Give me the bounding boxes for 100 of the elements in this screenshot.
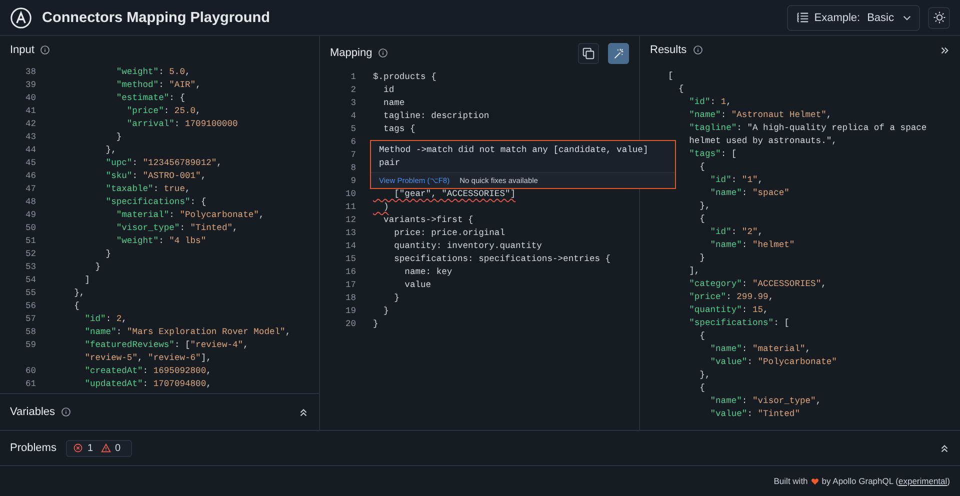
line-number: 43	[24, 131, 36, 144]
code-line: {	[73, 300, 80, 313]
line-number: 53	[24, 261, 36, 274]
code-line: }	[393, 292, 400, 305]
footer-text: Built with	[774, 476, 808, 486]
info-icon[interactable]	[61, 407, 72, 417]
line-number: 13	[344, 227, 356, 240]
line-number: 47	[24, 183, 36, 196]
expand-icon[interactable]	[939, 442, 950, 454]
format-button[interactable]	[608, 42, 629, 64]
line-number: 18	[344, 292, 356, 305]
code-line: {	[698, 161, 705, 174]
code-line: "value": "Polycarbonate"	[709, 356, 837, 369]
example-dropdown[interactable]: Example: Basic	[787, 4, 920, 30]
line-number: 51	[24, 235, 36, 248]
code-line: specifications: specifications->entries {	[393, 253, 611, 266]
code-line: "id": 1,	[688, 96, 732, 109]
code-line: "material": "Polycarbonate",	[115, 209, 264, 222]
line-number: 60	[24, 365, 36, 378]
experimental-link[interactable]: experimental	[898, 476, 948, 486]
line-number: 48	[24, 196, 36, 209]
magic-wand-icon	[612, 46, 625, 60]
line-number: 45	[24, 157, 36, 170]
code-line: tags {	[382, 123, 416, 136]
code-line: {	[698, 382, 705, 395]
code-line: "createdAt": 1695092800,	[84, 365, 212, 378]
collapse-icon[interactable]	[939, 44, 950, 56]
code-line: price: price.original	[393, 227, 505, 240]
code-line: "category": "ACCESSORIES",	[688, 278, 826, 291]
code-line: "name": "Astronaut Helmet",	[688, 109, 832, 122]
code-line: "featuredReviews": ["review-4",	[84, 339, 248, 352]
code-line: value	[404, 279, 432, 292]
code-line: "price": 25.0,	[126, 105, 201, 118]
line-number: 3	[350, 97, 356, 110]
line-number: 42	[24, 118, 36, 131]
code-line: "specifications": {	[104, 196, 206, 209]
code-line: "upc": "123456789012",	[104, 157, 222, 170]
line-number: 9	[350, 175, 356, 188]
code-line: "method": "AIR",	[115, 79, 201, 92]
logo-icon	[10, 6, 32, 28]
info-icon[interactable]	[692, 45, 703, 55]
problem-counts[interactable]: 1 0	[66, 440, 132, 456]
code-line: }	[698, 252, 705, 265]
code-line: "name": "material",	[709, 343, 811, 356]
panel-title: Mapping	[330, 47, 372, 59]
caret-icon	[903, 14, 911, 20]
line-number: 38	[24, 66, 36, 79]
line-number: 10	[344, 188, 356, 201]
warning-count: 0	[115, 442, 121, 454]
code-line: },	[73, 287, 85, 300]
sun-icon	[932, 11, 946, 24]
line-number: 11	[344, 201, 356, 214]
app-title: Connectors Mapping Playground	[42, 10, 270, 26]
code-line: "estimate": {	[115, 92, 185, 105]
code-line: variants->first {	[382, 214, 474, 227]
code-line: "weight": 5.0,	[115, 66, 190, 79]
warning-icon	[101, 443, 112, 453]
footer-text: by Apollo GraphQL (	[822, 476, 898, 486]
code-line: "value": "Tinted"	[709, 408, 800, 421]
info-icon[interactable]	[378, 48, 388, 58]
code-line: "quantity": 15,	[688, 304, 768, 317]
line-number: 50	[24, 222, 36, 235]
expand-icon[interactable]	[298, 406, 309, 418]
code-line: "name": "visor_type",	[709, 395, 822, 408]
code-line: tagline: description	[382, 110, 490, 123]
code-line: }	[94, 261, 101, 274]
code-line: }	[382, 305, 389, 318]
line-number: 56	[24, 300, 36, 313]
code-line: "name": "space"	[709, 187, 790, 200]
code-line: }	[115, 131, 122, 144]
line-number: 2	[350, 84, 356, 97]
line-number: 41	[24, 105, 36, 118]
code-line: "tagline": "A high-quality replica of a space	[688, 122, 927, 135]
info-icon[interactable]	[40, 45, 50, 55]
code-line: "id": 2,	[84, 313, 127, 326]
theme-toggle-button[interactable]	[928, 6, 950, 28]
copy-button[interactable]	[578, 42, 599, 64]
code-line: "review-5", "review-6"],	[84, 352, 212, 365]
copy-icon	[582, 46, 595, 60]
list-icon	[796, 11, 810, 24]
code-line: },	[104, 144, 116, 157]
code-line: name: key	[404, 266, 452, 279]
code-line: {	[698, 330, 705, 343]
line-number: 6	[350, 136, 356, 149]
line-number: 46	[24, 170, 36, 183]
line-number: 1	[350, 71, 356, 84]
code-line: "sku": "ASTRO-001",	[104, 170, 206, 183]
line-number: 5	[350, 123, 356, 136]
line-number: 52	[24, 248, 36, 261]
line-number: 40	[24, 92, 36, 105]
panel-title: Problems	[10, 442, 56, 454]
code-line: },	[698, 369, 710, 382]
panel-title: Results	[650, 44, 687, 56]
line-number: 8	[350, 162, 356, 175]
code-line: }	[104, 248, 112, 261]
code-line: "name": "Mars Exploration Rover Model",	[84, 326, 291, 339]
code-line: "arrival": 1709100000	[126, 118, 238, 131]
code-line: "price": 299.99,	[688, 291, 774, 304]
line-number: 49	[24, 209, 36, 222]
line-number: 58	[24, 326, 36, 339]
